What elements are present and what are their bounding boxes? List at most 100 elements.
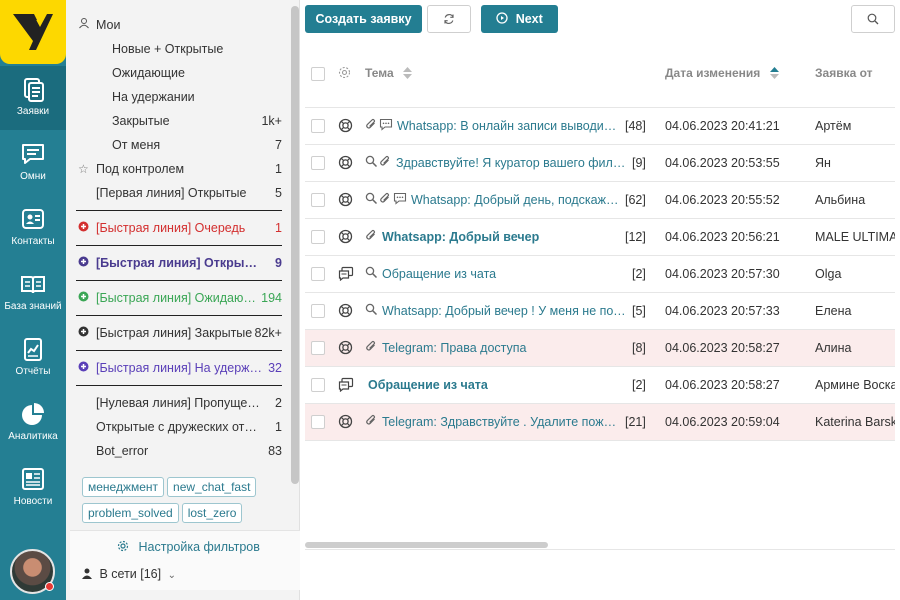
comment-icon: [393, 192, 407, 208]
divider: [76, 205, 282, 216]
table-row[interactable]: Обращение из чата [2] 04.06.2023 20:57:30 O…: [305, 256, 895, 293]
create-ticket-button[interactable]: Создать заявку: [305, 5, 422, 33]
plus-circle-icon: [78, 356, 89, 380]
chevron-down-icon: ⌄: [167, 570, 176, 581]
row-checkbox[interactable]: [311, 156, 325, 170]
next-button[interactable]: Next: [481, 5, 558, 33]
row-checkbox[interactable]: [311, 378, 325, 392]
filter-first-line[interactable]: [Первая линия] Открытые 5: [76, 181, 282, 205]
gear-icon: [117, 540, 138, 554]
nav-tickets[interactable]: Заявки: [0, 66, 66, 130]
filter-fast-closed[interactable]: [Быстрая линия] Закрытые 82k+: [76, 321, 282, 345]
paperclip-icon: [365, 118, 378, 134]
tag[interactable]: new_chat_fast: [167, 477, 257, 497]
filter-other-count: 1: [275, 420, 282, 434]
table-row[interactable]: Whatsapp: Добрый вечер ! У меня не пол… […: [305, 293, 895, 330]
filter-item[interactable]: На удержании: [76, 85, 282, 109]
ticket-subject-link[interactable]: Обращение из чата: [368, 378, 626, 392]
row-checkbox[interactable]: [311, 341, 325, 355]
ticket-date: 04.06.2023 20:59:04: [665, 415, 780, 429]
app: Заявки Омни Контакты База знаний Отчёты …: [0, 0, 900, 600]
row-checkbox[interactable]: [311, 193, 325, 207]
ticket-subject-link[interactable]: Whatsapp: Добрый вечер: [382, 230, 619, 244]
filter-fast-label: [Быстрая линия] Открыт…: [96, 256, 262, 270]
tag[interactable]: problem_solved: [82, 503, 179, 523]
table-bottom-line: [305, 549, 895, 550]
online-status[interactable]: В сети [16] ⌄: [82, 567, 176, 581]
nav-analytics[interactable]: Аналитика: [0, 391, 66, 455]
filter-fast-label: [Быстрая линия] Закрытые: [96, 326, 253, 340]
ticket-subject-link[interactable]: Telegram: Здравствуйте . Удалите пожа…: [382, 415, 619, 429]
table-row[interactable]: Whatsapp: Добрый вечер [12] 04.06.2023 20:…: [305, 219, 895, 256]
column-header-subject[interactable]: Тема: [365, 66, 412, 80]
ticket-subject-link[interactable]: Здравствуйте! Я куратор вашего фили…: [396, 156, 626, 170]
filter-other[interactable]: Открытые с дружеских от… 1: [76, 415, 282, 439]
ticket-subject-link[interactable]: Whatsapp: В онлайн записи выводитс…: [397, 119, 619, 133]
filter-fast-queue[interactable]: [Быстрая линия] Очередь 1: [76, 216, 282, 240]
filter-item[interactable]: Закрытые 1k+: [76, 109, 282, 133]
table-row[interactable]: Whatsapp: Добрый день, подскажи… [62] 04.0…: [305, 182, 895, 219]
settings-column-icon[interactable]: [338, 66, 351, 82]
filter-first-line-label: [Первая линия] Открытые: [96, 186, 247, 200]
filter-item[interactable]: Ожидающие: [76, 61, 282, 85]
app-logo[interactable]: [0, 0, 66, 64]
row-checkbox[interactable]: [311, 304, 325, 318]
filter-settings-link[interactable]: Настройка фильтров: [117, 540, 260, 554]
horizontal-scrollbar[interactable]: [305, 542, 548, 548]
ticket-date: 04.06.2023 20:53:55: [665, 156, 780, 170]
refresh-button[interactable]: [427, 5, 471, 33]
tag[interactable]: lost_zero: [181, 503, 243, 523]
filter-watched[interactable]: ☆ Под контролем 1: [76, 157, 282, 181]
filter-watched-count: 1: [275, 162, 282, 176]
ticket-from: MALE ULTIMATE: [815, 230, 895, 244]
nav-reports[interactable]: Отчёты: [0, 326, 66, 390]
filter-other[interactable]: [Нулевая линия] Пропуще… 2: [76, 391, 282, 415]
chat-icon: [22, 144, 44, 164]
filter-item[interactable]: Новые + Открытые: [76, 37, 282, 61]
table-row[interactable]: Telegram: Права доступа [8] 04.06.2023 20:…: [305, 330, 895, 367]
filter-list: Мои Новые + Открытые Ожидающие На удержа…: [76, 13, 282, 463]
select-all-checkbox[interactable]: [311, 67, 325, 81]
message-count: [8]: [632, 341, 646, 355]
table-row[interactable]: Обращение из чата [2] 04.06.2023 20:58:27 А…: [305, 367, 895, 404]
ticket-from: Альбина: [815, 193, 866, 207]
ticket-subject-link[interactable]: Whatsapp: Добрый вечер ! У меня не пол…: [382, 304, 626, 318]
notification-dot: [45, 582, 54, 591]
comment-icon: [379, 118, 393, 134]
message-count: [9]: [632, 156, 646, 170]
paperclip-icon: [365, 229, 378, 245]
filter-item[interactable]: От меня 7: [76, 133, 282, 157]
search-button[interactable]: [851, 5, 895, 33]
filter-scrollbar[interactable]: [291, 6, 299, 484]
table-row[interactable]: Whatsapp: В онлайн записи выводитс… [48] 0…: [305, 108, 895, 145]
main-area: Создать заявку Next Тема Дата изменения …: [300, 0, 900, 600]
row-checkbox[interactable]: [311, 415, 325, 429]
row-checkbox[interactable]: [311, 230, 325, 244]
nav-news[interactable]: Новости: [0, 456, 66, 520]
filter-fast-waiting[interactable]: [Быстрая линия] Ожидаю… 194: [76, 286, 282, 310]
filter-fast-label: [Быстрая линия] Очередь: [96, 221, 246, 235]
filter-other[interactable]: Bot_error 83: [76, 439, 282, 463]
nav-reports-label: Отчёты: [15, 366, 51, 377]
nav-omni[interactable]: Омни: [0, 131, 66, 195]
filter-mine[interactable]: Мои: [76, 13, 282, 37]
tag[interactable]: менеджмент: [82, 477, 165, 497]
ticket-from: Армине Воскан: [815, 378, 895, 392]
ticket-subject-link[interactable]: Whatsapp: Добрый день, подскажи…: [411, 193, 619, 207]
ticket-date: 04.06.2023 20:56:21: [665, 230, 780, 244]
lifebuoy-icon: [338, 303, 353, 321]
row-checkbox[interactable]: [311, 119, 325, 133]
column-header-from[interactable]: Заявка от: [815, 66, 873, 80]
filter-fast-open[interactable]: [Быстрая линия] Открыт… 9: [76, 251, 282, 275]
row-checkbox[interactable]: [311, 267, 325, 281]
nav-knowledge-base[interactable]: База знаний: [0, 261, 66, 325]
nav-tickets-label: Заявки: [16, 106, 50, 117]
pie-chart-icon: [22, 403, 44, 425]
table-row[interactable]: Telegram: Здравствуйте . Удалите пожа… [2…: [305, 404, 895, 441]
ticket-subject-link[interactable]: Telegram: Права доступа: [382, 341, 626, 355]
ticket-subject-link[interactable]: Обращение из чата: [382, 267, 626, 281]
table-row[interactable]: Здравствуйте! Я куратор вашего фили… [9] 0…: [305, 145, 895, 182]
nav-contacts[interactable]: Контакты: [0, 196, 66, 260]
filter-fast-hold[interactable]: [Быстрая линия] На удерж… 32: [76, 356, 282, 380]
column-header-date[interactable]: Дата изменения: [665, 66, 779, 80]
